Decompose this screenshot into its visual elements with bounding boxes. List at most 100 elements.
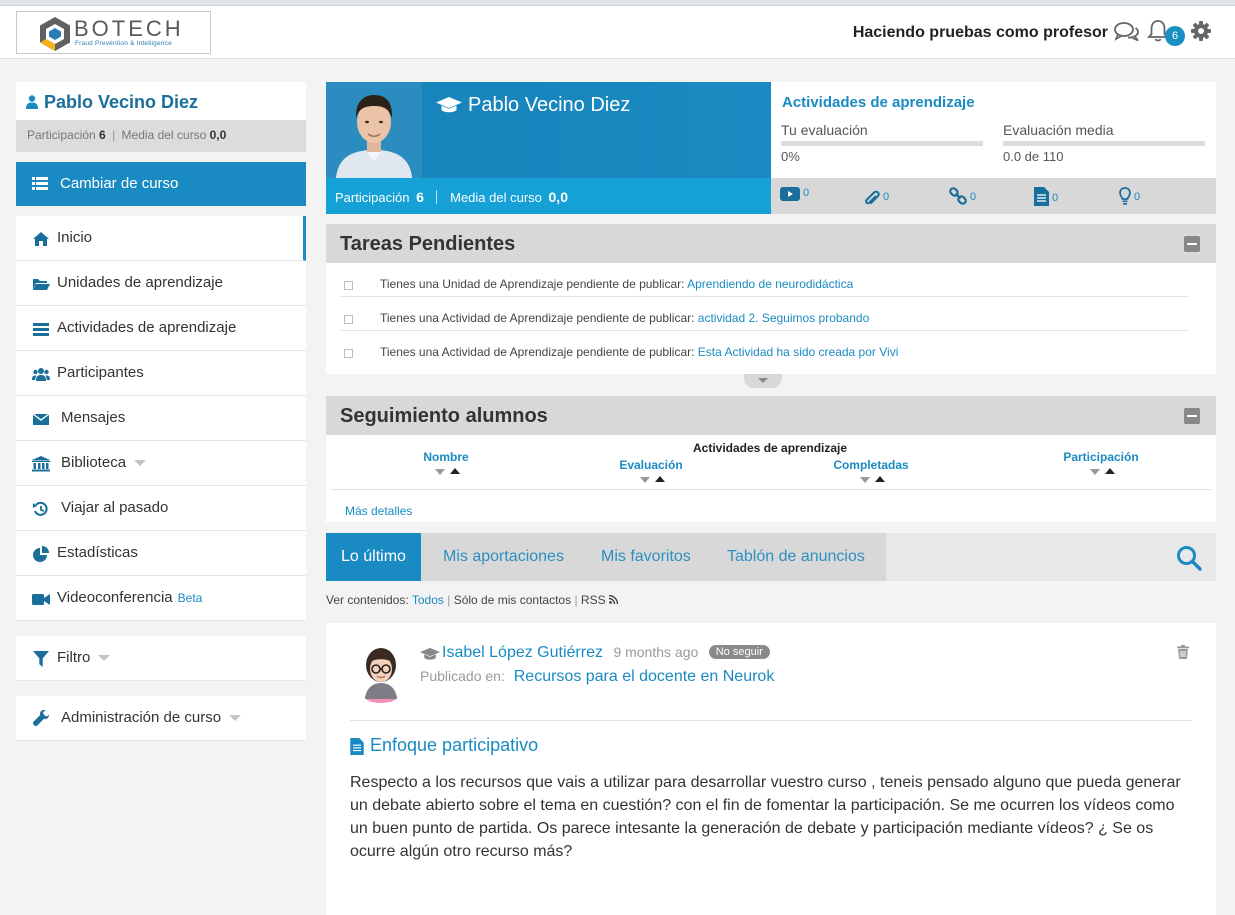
own-evaluation-bar [781,141,983,146]
sidebar-item-label: Biblioteca [61,454,127,471]
youtube-play-icon [780,187,800,201]
notification-badge[interactable]: 6 [1165,26,1185,46]
admin-label: Administración de curso [61,709,222,726]
sidebar-item-biblioteca[interactable]: Biblioteca [16,441,306,486]
search-icon[interactable] [1176,545,1202,571]
task-checkbox[interactable] [344,349,353,358]
collapse-icon[interactable] [1184,408,1200,424]
sidebar-item-viajar[interactable]: Viajar al pasado [16,486,306,531]
sidebar-user-card: Pablo Vecino Diez Participación 6 | Medi… [16,82,306,152]
published-in-label: Publicado en: [420,668,505,684]
beta-badge: Beta [177,591,203,605]
participation-label: Participación [27,128,96,142]
rss-icon[interactable] [608,594,619,605]
sidebar-item-mensajes[interactable]: Mensajes [16,396,306,441]
sidebar-item-videoconferencia[interactable]: Videoconferencia Beta [16,576,306,621]
graduation-cap-icon [420,647,440,660]
sort-arrows-icon[interactable] [430,467,462,475]
change-course-button[interactable]: Cambiar de curso [16,162,306,206]
average-evaluation: Evaluación media 0.0 de 110 [1003,122,1205,164]
task-link[interactable]: Esta Actividad ha sido creada por Vivi [698,345,899,359]
home-icon [33,232,49,246]
gear-icon[interactable] [1191,21,1211,41]
activities-title[interactable]: Actividades de aprendizaje [782,94,975,111]
sidebar-admin[interactable]: Administración de curso [16,696,306,741]
sidebar-item-label: Participantes [57,364,144,381]
student-tracking-panel: Seguimiento alumnos Actividades de apren… [326,396,1216,522]
pending-tasks-header: Tareas Pendientes [326,224,1216,263]
column-name[interactable]: Nombre [416,450,476,475]
activity-counters: 0 0 0 0 0 [771,178,1216,214]
sidebar-item-label: Estadísticas [57,544,138,561]
trash-icon[interactable] [1177,645,1189,659]
tab-my-contributions[interactable]: Mis aportaciones [428,533,579,581]
sidebar-item-actividades[interactable]: Actividades de aprendizaje [16,306,306,351]
collapse-icon[interactable] [1184,236,1200,252]
post-title[interactable]: Enfoque participativo [370,735,538,756]
sidebar-item-estadisticas[interactable]: Estadísticas [16,531,306,576]
post-body: Respecto a los recursos que vais a utili… [350,774,1181,860]
sort-arrows-icon[interactable] [855,475,887,483]
videos-counter[interactable]: 0 [780,187,809,204]
sort-arrows-icon[interactable] [635,475,667,483]
lightbulb-icon [1119,187,1131,205]
task-link[interactable]: Aprendiendo de neurodidáctica [687,277,853,291]
average-value: 0,0 [548,189,568,205]
header-user-label[interactable]: Haciendo pruebas como profesor [853,24,1108,42]
more-details-link[interactable]: Más detalles [345,504,412,518]
sidebar-menu: Inicio Unidades de aprendizaje Actividad… [16,216,306,621]
counter-value: 0 [1052,192,1059,204]
links-counter[interactable]: 0 [949,187,976,208]
filter-contacts-link[interactable]: Sólo de mis contactos [454,593,571,607]
post-author-name[interactable]: Isabel López Gutiérrez [442,644,603,661]
link-icon [949,187,967,205]
post-card: Isabel López Gutiérrez 9 months ago No s… [326,623,1216,915]
document-icon [350,738,364,755]
participation-value: 6 [416,189,424,205]
sidebar-item-label: Mensajes [61,409,126,426]
tab-latest[interactable]: Lo último [326,533,421,581]
pending-tasks-panel: Tareas Pendientes Tienes una Unidad de A… [326,224,1216,374]
pie-chart-icon [33,546,49,562]
profile-name[interactable]: Pablo Vecino Diez [468,94,630,117]
published-in-link[interactable]: Recursos para el docente en Neurok [514,668,775,685]
filter-all-link[interactable]: Todos [412,593,444,607]
sidebar-item-participantes[interactable]: Participantes [16,351,306,396]
divider [436,190,438,204]
task-checkbox[interactable] [344,315,353,324]
average-evaluation-value: 0.0 de 110 [1003,149,1064,164]
pending-tasks-title: Tareas Pendientes [340,233,516,255]
column-evaluation[interactable]: Evaluación [611,458,691,483]
user-icon [26,95,38,109]
sidebar-item-inicio[interactable]: Inicio [16,216,306,261]
profile-photo[interactable] [326,82,422,178]
tab-my-favorites[interactable]: Mis favoritos [586,533,706,581]
sidebar-item-unidades[interactable]: Unidades de aprendizaje [16,261,306,306]
unfollow-button[interactable]: No seguir [708,645,770,659]
rss-link[interactable]: RSS [581,593,606,607]
ideas-counter[interactable]: 0 [1119,187,1140,208]
task-checkbox[interactable] [344,281,353,290]
counter-value: 0 [803,187,810,199]
video-camera-icon [32,594,50,605]
author-avatar[interactable] [356,641,406,703]
column-participation[interactable]: Participación [1051,450,1151,475]
tab-announcements[interactable]: Tablón de anuncios [712,533,880,581]
sidebar-user-name[interactable]: Pablo Vecino Diez [44,92,198,113]
files-counter[interactable]: 0 [864,187,889,208]
sort-arrows-icon[interactable] [1085,467,1117,475]
post-divider [350,720,1192,721]
post-author-line: Isabel López Gutiérrez 9 months ago No s… [442,644,770,662]
student-tracking-title: Seguimiento alumnos [340,405,548,427]
chat-bubbles-icon[interactable] [1113,21,1141,43]
column-completed[interactable]: Completadas [826,458,916,483]
expand-tasks-button[interactable] [744,374,782,388]
sidebar-filter[interactable]: Filtro [16,636,306,681]
documents-counter[interactable]: 0 [1034,187,1058,209]
bank-icon [32,456,50,472]
column-evaluation-label: Evaluación [619,458,683,472]
profile-card: Pablo Vecino Diez Participación 6 Media … [326,82,771,214]
task-link[interactable]: actividad 2. Seguimos probando [698,311,869,325]
table-divider [331,489,1211,490]
logo[interactable]: BOTECH Fraud Prevention & Intelligence [16,11,211,54]
